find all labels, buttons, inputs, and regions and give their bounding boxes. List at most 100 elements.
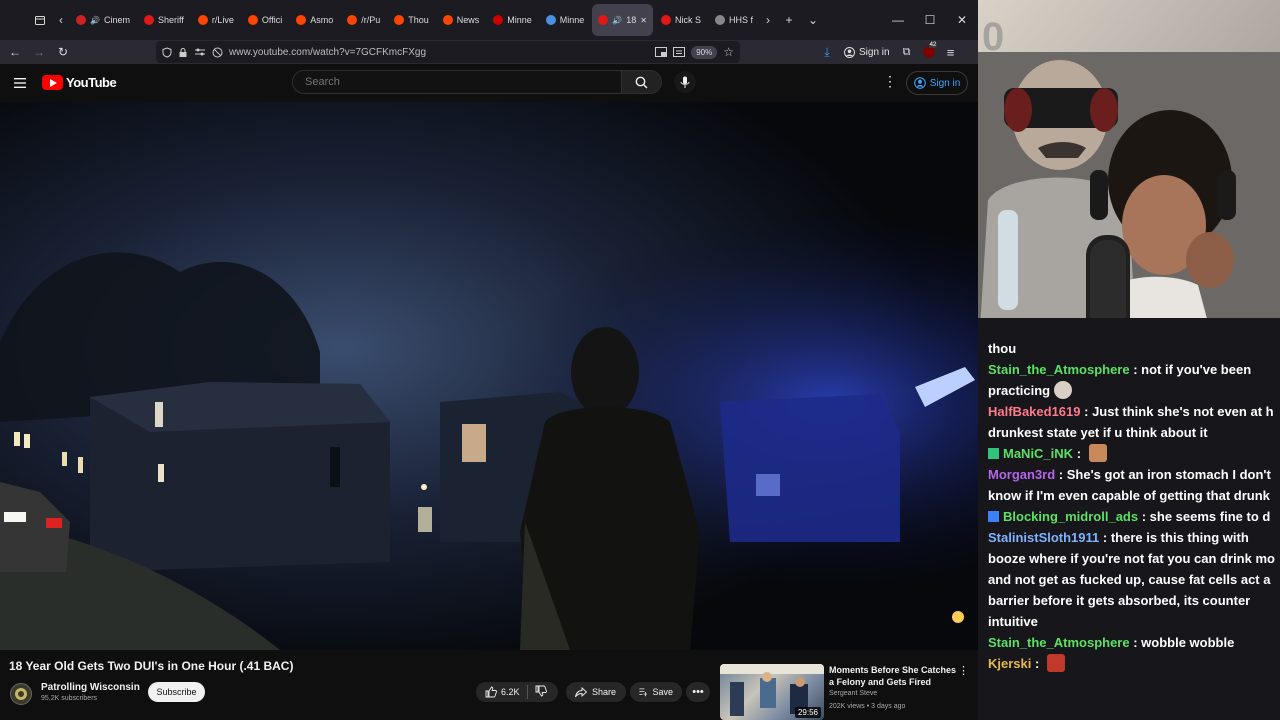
tab-audio-icon[interactable]: 🔊 bbox=[612, 16, 622, 25]
tab-11[interactable]: Nick S bbox=[655, 4, 707, 36]
chat-username[interactable]: StalinistSloth1911 bbox=[988, 530, 1099, 545]
scroll-tabs-left-icon[interactable]: ‹ bbox=[52, 8, 70, 32]
tab-favicon-icon bbox=[76, 15, 86, 25]
chat-username[interactable]: Blocking_midroll_ads bbox=[1003, 509, 1138, 524]
minimize-icon[interactable]: — bbox=[882, 0, 914, 40]
chat-text-continuation: intuitive bbox=[988, 611, 1280, 632]
tab-5[interactable]: /r/Pu bbox=[341, 4, 386, 36]
lock-icon[interactable] bbox=[178, 47, 188, 58]
recommended-thumbnail[interactable]: 29:56 bbox=[720, 664, 824, 720]
chat-text: She's got an iron stomach I don't bbox=[1066, 467, 1271, 482]
maximize-icon[interactable]: ☐ bbox=[914, 0, 946, 40]
chat-username[interactable]: Morgan3rd bbox=[988, 467, 1055, 482]
chat-emote-icon bbox=[1054, 381, 1073, 399]
tracking-protection-icon[interactable] bbox=[162, 46, 172, 58]
url-text[interactable]: www.youtube.com/watch?v=7GCFKmcFXgg bbox=[229, 47, 649, 58]
tab-7[interactable]: News bbox=[437, 4, 486, 36]
chat-text-continuation: booze where if you're not fat you can dr… bbox=[988, 548, 1280, 569]
chat-separator: : bbox=[1129, 635, 1142, 650]
save-label: Save bbox=[652, 687, 673, 697]
tab-9[interactable]: Minne bbox=[540, 4, 591, 36]
tab-0[interactable]: 🔊 Cinem bbox=[70, 4, 136, 36]
tab-8[interactable]: Minne bbox=[487, 4, 538, 36]
account-sign-in-button[interactable]: Sign in bbox=[840, 46, 894, 58]
app-menu-icon[interactable]: ≡ bbox=[942, 45, 960, 60]
tab-4[interactable]: Asmo bbox=[290, 4, 339, 36]
tab-2[interactable]: r/Live bbox=[192, 4, 240, 36]
address-bar[interactable]: www.youtube.com/watch?v=7GCFKmcFXgg 90% … bbox=[156, 41, 740, 63]
channel-name[interactable]: Patrolling Wisconsin bbox=[41, 682, 140, 693]
close-window-icon[interactable]: ✕ bbox=[946, 0, 978, 40]
extensions-icon[interactable]: ⧉ bbox=[898, 46, 916, 59]
like-count: 6.2K bbox=[501, 687, 520, 697]
zoom-level[interactable]: 90% bbox=[691, 45, 718, 59]
search-icon bbox=[635, 76, 648, 88]
chat-text: drunkest state yet if u think about it bbox=[988, 425, 1208, 440]
tab-favicon-icon bbox=[493, 15, 504, 25]
stream-overlay: 0 thou Stain_the_Atmosphere : not if you'… bbox=[978, 0, 1280, 720]
like-button[interactable]: 6.2K bbox=[485, 686, 520, 698]
account-icon bbox=[844, 46, 855, 58]
tab-1[interactable]: Sheriff bbox=[138, 4, 190, 36]
like-dislike-group: 6.2K bbox=[476, 682, 558, 702]
video-player[interactable] bbox=[0, 102, 978, 650]
back-icon[interactable]: ← bbox=[3, 40, 27, 64]
chat-message: Kjerski : bbox=[988, 653, 1280, 674]
subscriber-count: 95.2K subscribers bbox=[41, 695, 98, 702]
video-duration-badge: 29:56 bbox=[794, 707, 821, 718]
reader-view-icon[interactable] bbox=[673, 47, 686, 57]
youtube-logo[interactable]: YouTube bbox=[42, 75, 117, 90]
more-actions-button[interactable]: ••• bbox=[686, 682, 710, 702]
reload-icon[interactable]: ↻ bbox=[51, 40, 75, 64]
list-all-tabs-icon[interactable]: ⌄ bbox=[801, 8, 825, 32]
recommended-video-title[interactable]: Moments Before She Catches a Felony and … bbox=[829, 664, 957, 688]
scroll-tabs-right-icon[interactable]: › bbox=[759, 8, 777, 32]
chat-username[interactable]: Kjerski bbox=[988, 656, 1031, 671]
new-tab-icon[interactable]: + bbox=[777, 8, 801, 32]
bookmark-star-icon[interactable]: ☆ bbox=[723, 45, 734, 59]
tab-audio-icon[interactable]: 🔊 bbox=[90, 16, 100, 25]
tab-close-icon[interactable]: ✕ bbox=[640, 16, 647, 25]
share-button[interactable]: Share bbox=[566, 682, 626, 702]
hamburger-menu-icon[interactable] bbox=[12, 74, 30, 92]
youtube-sign-in-button[interactable]: Sign in bbox=[906, 71, 968, 95]
tab-3[interactable]: Offici bbox=[242, 4, 288, 36]
chat-text: wobble wobble bbox=[1141, 635, 1235, 650]
tab-favicon-icon bbox=[394, 15, 405, 25]
forward-icon[interactable]: → bbox=[27, 40, 51, 64]
chat-username[interactable]: Stain_the_Atmosphere bbox=[988, 362, 1130, 377]
chat-username[interactable]: Stain_the_Atmosphere bbox=[988, 635, 1130, 650]
permissions-icon[interactable] bbox=[194, 47, 206, 57]
tab-12[interactable]: HHS f bbox=[709, 4, 759, 36]
subscribe-button[interactable]: Subscribe bbox=[148, 682, 205, 702]
settings-more-icon[interactable]: ⋮ bbox=[882, 73, 898, 93]
chat-text: intuitive bbox=[988, 614, 1038, 629]
recommended-channel-name[interactable]: Sergeant Steve bbox=[829, 690, 877, 697]
chat-username[interactable]: MaNiC_iNK bbox=[1003, 446, 1073, 461]
channel-avatar[interactable] bbox=[10, 683, 32, 705]
tab-6[interactable]: Thou bbox=[388, 4, 435, 36]
tab-label: 18 bbox=[626, 15, 637, 25]
save-button[interactable]: Save bbox=[630, 682, 682, 702]
ublock-extension-icon[interactable]: 42 bbox=[920, 42, 938, 59]
chat-text-continuation: drunkest state yet if u think about it bbox=[988, 422, 1280, 443]
chat-username[interactable]: HalfBaked1619 bbox=[988, 404, 1081, 419]
search-input[interactable] bbox=[293, 71, 621, 93]
tab-favicon-icon bbox=[660, 15, 671, 25]
tab-10[interactable]: 🔊 18 ✕ bbox=[592, 4, 653, 36]
voice-search-button[interactable] bbox=[674, 71, 696, 93]
search-button[interactable] bbox=[621, 71, 661, 93]
dislike-button[interactable] bbox=[535, 685, 547, 699]
downloads-icon[interactable]: ⤓ bbox=[818, 45, 836, 60]
browser-window: ‹ 🔊 Cinem Sheriff r/Live Offici Asmo/r/Pu Thou… bbox=[0, 0, 978, 720]
chat-separator: : bbox=[1031, 656, 1043, 671]
chat-text: and not get as fucked up, cause fat cell… bbox=[988, 572, 1271, 587]
picture-in-picture-icon[interactable] bbox=[655, 47, 668, 57]
autoplay-blocked-icon[interactable] bbox=[212, 47, 223, 58]
recommended-more-icon[interactable]: ⋮ bbox=[958, 664, 969, 677]
tab-overview-icon[interactable] bbox=[28, 8, 52, 32]
extension-badge-count: 42 bbox=[928, 42, 938, 48]
chat-separator: : bbox=[1055, 467, 1067, 482]
tabs-container: 🔊 Cinem Sheriff r/Live Offici Asmo/r/Pu Thou Ne… bbox=[70, 4, 759, 36]
tab-label: Offici bbox=[261, 15, 283, 25]
